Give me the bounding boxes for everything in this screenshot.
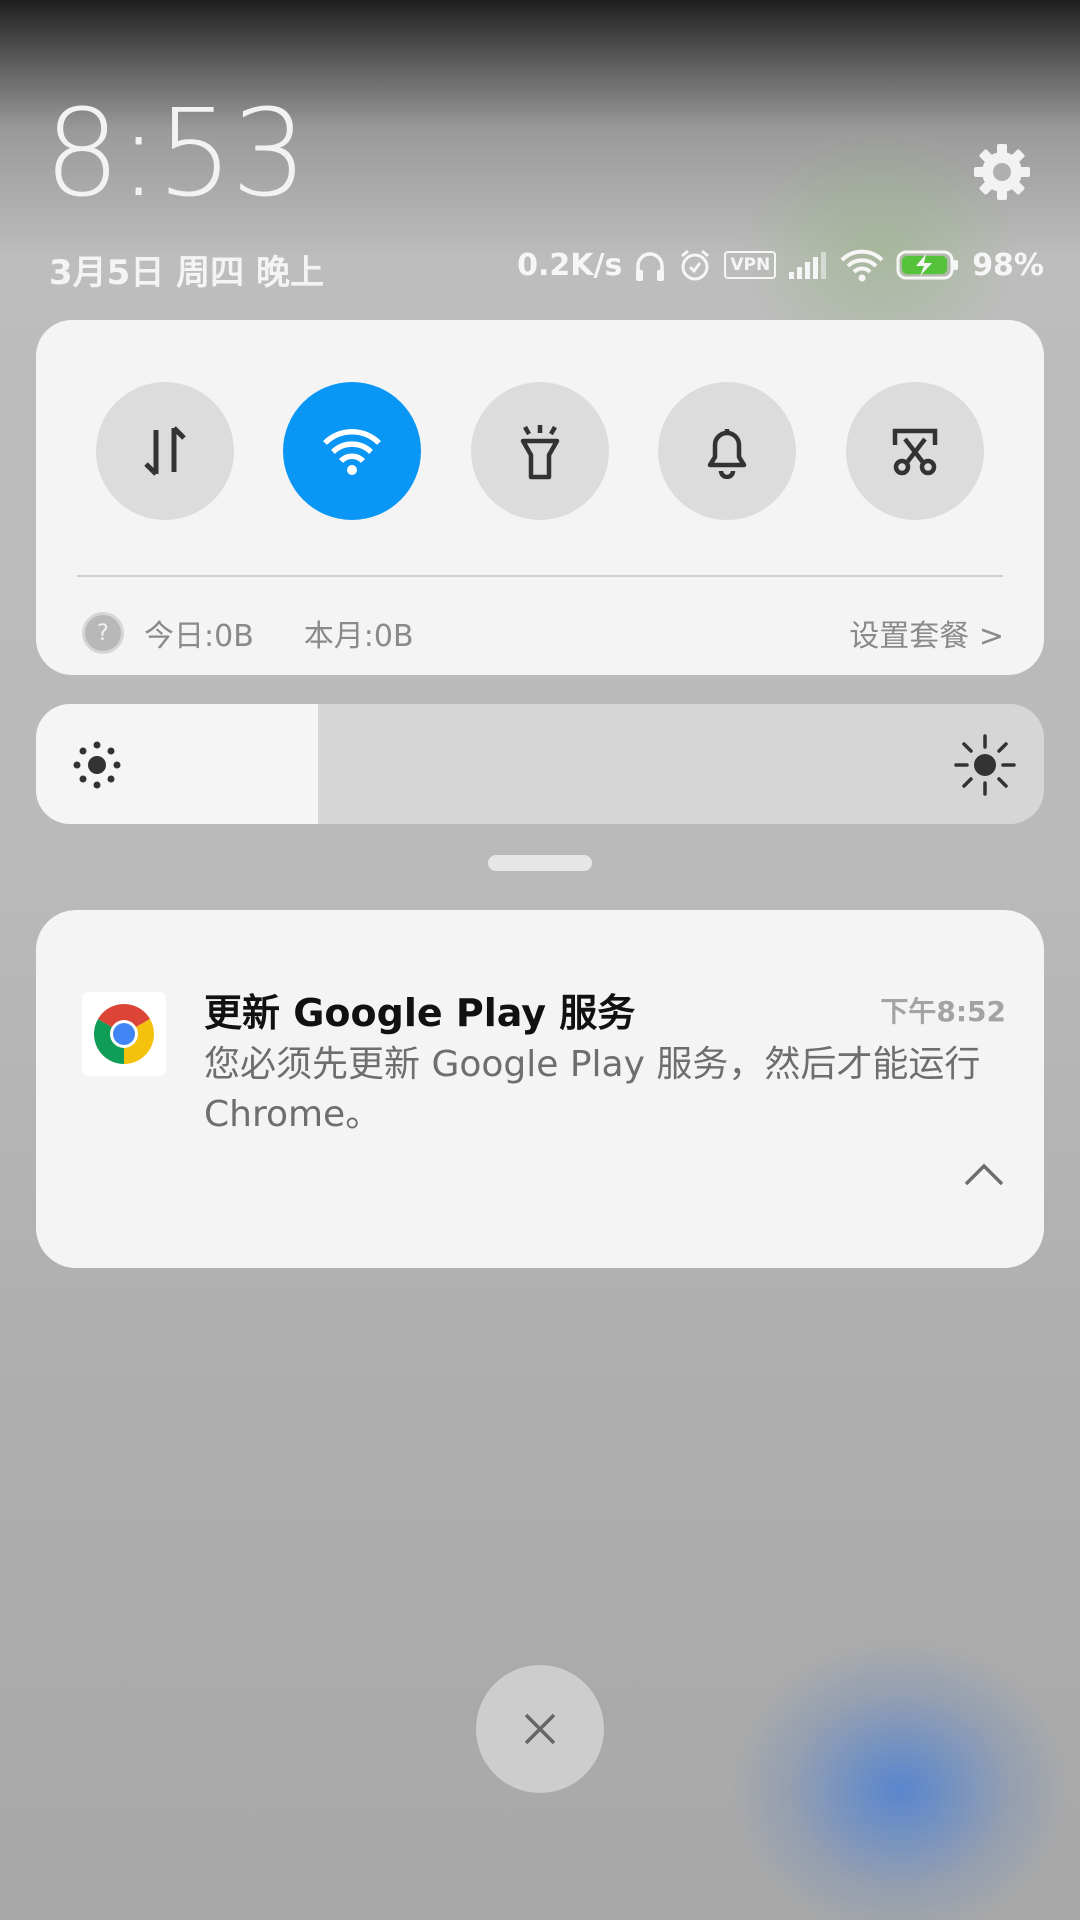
set-data-plan-link[interactable]: 设置套餐 > bbox=[849, 611, 1004, 655]
notification-time: 下午8:52 bbox=[880, 995, 1006, 1028]
flashlight-toggle[interactable] bbox=[471, 382, 609, 520]
alarm-icon bbox=[681, 249, 710, 281]
sound-toggle[interactable] bbox=[658, 382, 796, 520]
notification-title: 更新 Google Play 服务 bbox=[204, 991, 636, 1035]
data-arrows-icon bbox=[144, 426, 186, 476]
brightness-low-icon bbox=[73, 741, 121, 789]
status-icons: 0.2K/s VPN 98% bbox=[517, 245, 1044, 285]
notification-body: 您必须先更新 Google Play 服务，然后才能运行 Chrome。 bbox=[204, 1044, 981, 1135]
date-label: 3月5日 周四 晚上 bbox=[49, 253, 324, 293]
signal-icon bbox=[789, 252, 827, 279]
wifi-icon bbox=[323, 428, 381, 475]
wifi-toggle[interactable] bbox=[283, 382, 421, 520]
flashlight-icon bbox=[520, 425, 560, 480]
battery-charging-icon bbox=[896, 250, 959, 280]
headphones-icon bbox=[636, 252, 665, 281]
notification-card[interactable]: 更新 Google Play 服务 下午8:52 您必须先更新 Google P… bbox=[36, 910, 1044, 1268]
clock[interactable]: 8:53 bbox=[44, 95, 307, 215]
mobile-data-toggle[interactable] bbox=[96, 382, 234, 520]
data-today: 今日:0B bbox=[144, 619, 254, 654]
clear-all-button[interactable] bbox=[476, 1665, 604, 1793]
chevron-up-icon[interactable] bbox=[962, 1160, 1006, 1190]
drag-handle[interactable] bbox=[488, 855, 592, 871]
divider bbox=[77, 575, 1003, 577]
net-speed: 0.2K/s bbox=[517, 247, 623, 283]
quick-settings-panel: ? 今日:0B 本月:0B 设置套餐 > bbox=[36, 320, 1044, 675]
battery-percent: 98% bbox=[972, 247, 1044, 283]
vpn-icon: VPN bbox=[724, 251, 777, 279]
bell-icon bbox=[707, 429, 747, 479]
wifi-icon bbox=[840, 249, 884, 282]
chrome-icon bbox=[82, 992, 166, 1076]
scissors-icon bbox=[892, 428, 938, 476]
screenshot-toggle[interactable] bbox=[846, 382, 984, 520]
gear-icon bbox=[974, 144, 1030, 200]
brightness-slider[interactable] bbox=[36, 704, 1044, 824]
data-month: 本月:0B bbox=[303, 619, 414, 654]
close-icon bbox=[524, 1713, 556, 1745]
help-icon[interactable]: ? bbox=[82, 612, 124, 654]
settings-button[interactable] bbox=[970, 140, 1034, 204]
brightness-high-icon bbox=[954, 734, 1016, 796]
data-usage-row: ? 今日:0B 本月:0B 设置套餐 > bbox=[82, 605, 1004, 661]
